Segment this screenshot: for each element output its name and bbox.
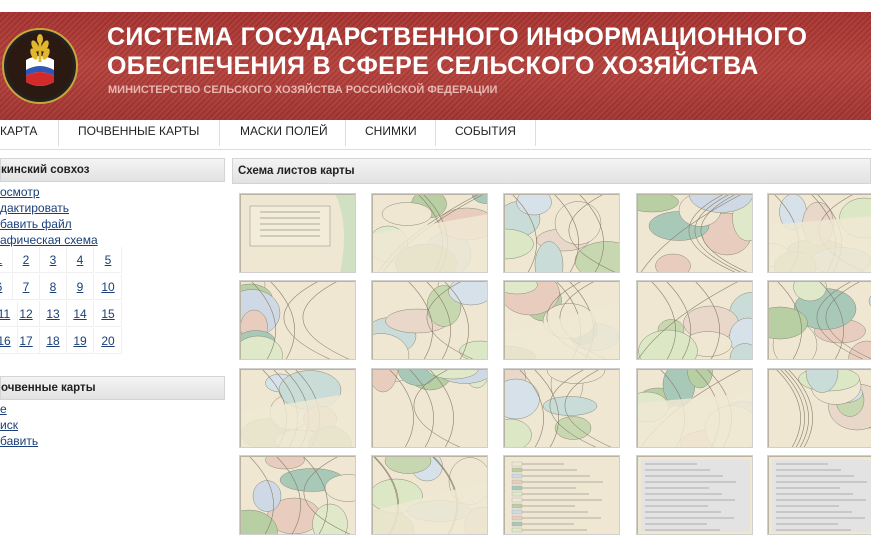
sheet-number-link[interactable]: 2 [13, 247, 40, 273]
sheet-number-link[interactable]: 1 [0, 247, 13, 273]
map-sheet-thumbnail[interactable] [636, 280, 753, 360]
nav-item-images[interactable]: СНИМКИ [365, 120, 417, 149]
soil-maps-panel-title: очвенные карты [0, 376, 225, 400]
sheet-number-link[interactable]: 14 [67, 301, 94, 327]
sheet-number-link[interactable]: 8 [40, 274, 67, 300]
nav-divider [435, 120, 436, 146]
site-subtitle: МИНИСТЕРСТВО СЕЛЬСКОГО ХОЗЯЙСТВА РОССИЙС… [108, 84, 497, 96]
edit-link[interactable]: дактировать [0, 201, 69, 215]
map-sheet-thumbnail[interactable] [767, 193, 871, 273]
map-sheet-thumbnail[interactable] [767, 368, 871, 448]
nav-item-field-masks[interactable]: МАСКИ ПОЛЕЙ [240, 120, 328, 149]
nav-divider [535, 120, 536, 146]
sheet-number-link[interactable]: 5 [95, 247, 122, 273]
add-file-link[interactable]: бавить файл [0, 217, 72, 231]
main-nav: КАРТА ПОЧВЕННЫЕ КАРТЫ МАСКИ ПОЛЕЙ СНИМКИ… [0, 120, 871, 150]
map-sheet-thumbnail[interactable] [636, 193, 753, 273]
sheet-number-link[interactable]: 7 [13, 274, 40, 300]
sheet-number-link[interactable]: 19 [67, 328, 94, 354]
map-sheets-panel-title: Схема листов карты [232, 158, 871, 184]
sheet-number-link[interactable]: 12 [13, 301, 40, 327]
nav-item-map[interactable]: КАРТА [0, 120, 37, 149]
site-title-line2: ОБЕСПЕЧЕНИЯ В СФЕРЕ СЕЛЬСКОГО ХОЗЯЙСТВА [107, 52, 759, 81]
map-sheet-thumbnail[interactable] [371, 280, 488, 360]
map-sheet-thumbnail[interactable] [371, 455, 488, 535]
sheet-number-link[interactable]: 3 [40, 247, 67, 273]
map-sheet-thumbnail[interactable] [239, 280, 356, 360]
map-sheet-thumbnail[interactable] [767, 280, 871, 360]
map-sheet-thumbnail[interactable] [239, 455, 356, 535]
nav-item-soil-maps[interactable]: ПОЧВЕННЫЕ КАРТЫ [78, 120, 199, 149]
sheet-number-link[interactable]: 20 [95, 328, 122, 354]
map-sheet-thumbnail[interactable] [767, 455, 871, 535]
add-link[interactable]: бавить [0, 434, 38, 448]
sheet-number-link[interactable]: 15 [95, 301, 122, 327]
map-sheet-thumbnail[interactable] [371, 368, 488, 448]
sheet-number-link[interactable]: 4 [67, 247, 94, 273]
sheet-number-link[interactable]: 17 [13, 328, 40, 354]
map-sheet-thumbnail[interactable] [503, 280, 620, 360]
all-link[interactable]: е [0, 402, 7, 416]
sheet-number-link[interactable]: 18 [40, 328, 67, 354]
wheat-flag-emblem-icon[interactable] [2, 28, 78, 104]
graphic-scheme-link[interactable]: афическая схема [0, 233, 98, 247]
map-sheet-thumbnail[interactable] [636, 368, 753, 448]
map-sheet-thumbnail[interactable] [239, 193, 356, 273]
map-sheet-thumbnail[interactable] [503, 368, 620, 448]
sheet-number-link[interactable]: 10 [95, 274, 122, 300]
map-sheet-thumbnail[interactable] [239, 368, 356, 448]
map-sheet-thumbnail[interactable] [503, 455, 620, 535]
search-link[interactable]: иск [0, 418, 18, 432]
map-sheet-thumbnail[interactable] [371, 193, 488, 273]
nav-divider [219, 120, 220, 146]
nav-item-events[interactable]: СОБЫТИЯ [455, 120, 516, 149]
view-link[interactable]: осмотр [0, 185, 40, 199]
sheet-number-link[interactable]: 9 [67, 274, 94, 300]
site-title-line1: СИСТЕМА ГОСУДАРСТВЕННОГО ИНФОРМАЦИОННОГО [107, 23, 807, 52]
map-sheet-thumbnail[interactable] [636, 455, 753, 535]
sheet-number-link[interactable]: 13 [40, 301, 67, 327]
site-header: СИСТЕМА ГОСУДАРСТВЕННОГО ИНФОРМАЦИОННОГО… [0, 12, 871, 120]
top-strip [0, 0, 871, 12]
nav-divider [345, 120, 346, 146]
nav-divider [58, 120, 59, 146]
farm-panel-title: кинский совхоз [0, 158, 225, 182]
sheet-number-link[interactable]: 6 [0, 274, 13, 300]
map-sheet-thumbnail[interactable] [503, 193, 620, 273]
